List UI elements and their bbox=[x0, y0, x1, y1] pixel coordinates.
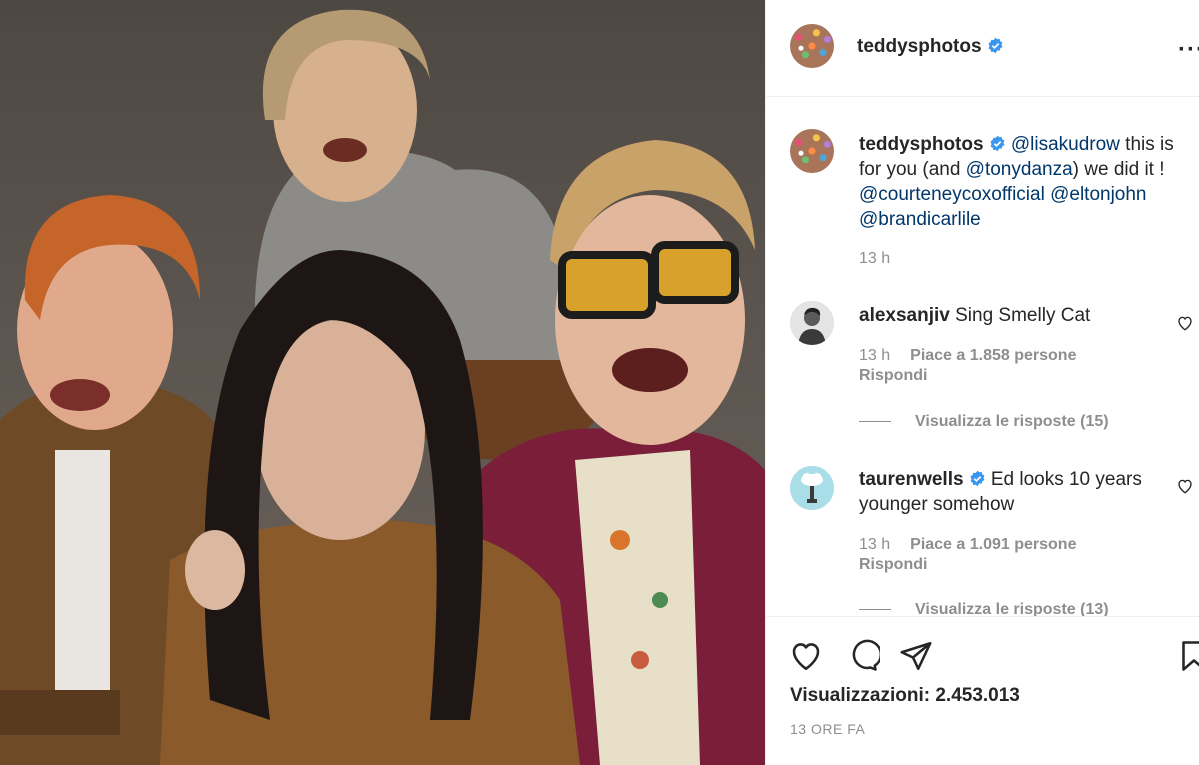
verified-badge-icon bbox=[990, 135, 1005, 152]
comment-body: alexsanjiv Sing Smelly Cat bbox=[859, 303, 1159, 328]
comment-likes[interactable]: Piace a 1.858 persone bbox=[910, 347, 1076, 364]
like-comment-heart-icon[interactable] bbox=[1176, 477, 1194, 495]
comment-time: 13 h bbox=[859, 536, 891, 553]
comment-meta: 13 h Piace a 1.091 persone Rispondi bbox=[859, 535, 1076, 575]
mention-link[interactable]: @eltonjohn bbox=[1050, 184, 1146, 205]
caption-author-username[interactable]: teddysphotos bbox=[859, 134, 984, 155]
post-timestamp: 13 ORE FA bbox=[790, 721, 866, 737]
caption-author-avatar[interactable] bbox=[790, 129, 834, 173]
caption-time: 13 h bbox=[859, 250, 891, 267]
post-actions-bar bbox=[766, 628, 1199, 688]
comment-likes[interactable]: Piace a 1.091 persone bbox=[910, 536, 1076, 553]
view-replies-button[interactable]: Visualizza le risposte (15) bbox=[859, 413, 1109, 431]
heart-icon[interactable] bbox=[788, 638, 824, 674]
comment-body: taurenwells Ed looks 10 years younger so… bbox=[859, 467, 1159, 517]
comment-text: Sing Smelly Cat bbox=[955, 305, 1091, 326]
comment-meta: 13 h Piace a 1.858 persone Rispondi bbox=[859, 346, 1076, 386]
view-replies-label[interactable]: Visualizza le risposte (13) bbox=[915, 601, 1109, 616]
reply-button[interactable]: Rispondi bbox=[859, 367, 927, 384]
commenter-avatar[interactable] bbox=[790, 301, 834, 345]
replies-divider bbox=[859, 421, 891, 423]
like-comment-heart-icon[interactable] bbox=[1176, 314, 1194, 332]
bookmark-icon[interactable] bbox=[1176, 638, 1199, 674]
verified-badge-icon bbox=[988, 37, 1003, 54]
commenter-avatar[interactable] bbox=[790, 466, 834, 510]
mention-link[interactable]: @lisakudrow bbox=[1011, 134, 1120, 155]
replies-divider bbox=[859, 609, 891, 611]
author-username[interactable]: teddysphotos bbox=[857, 36, 982, 57]
comment-username[interactable]: alexsanjiv bbox=[859, 305, 950, 326]
mention-link[interactable]: @tonydanza bbox=[966, 159, 1073, 180]
post-video[interactable] bbox=[0, 0, 765, 765]
reply-button[interactable]: Rispondi bbox=[859, 556, 927, 573]
view-replies-label[interactable]: Visualizza le risposte (15) bbox=[915, 413, 1109, 430]
verified-badge-icon bbox=[970, 470, 984, 487]
view-count[interactable]: Visualizzazioni: 2.453.013 bbox=[790, 685, 1020, 707]
video-frame bbox=[0, 9, 765, 765]
post-header: teddysphotos ··· bbox=[766, 0, 1199, 97]
comment-time: 13 h bbox=[859, 347, 891, 364]
view-replies-button[interactable]: Visualizza le risposte (13) bbox=[859, 601, 1109, 616]
mention-link[interactable]: @courteneycoxofficial bbox=[859, 184, 1045, 205]
post-side-panel: teddysphotos ··· teddysphotos @lisakudro… bbox=[765, 0, 1199, 765]
post-caption: teddysphotos @lisakudrow this is for you… bbox=[859, 132, 1194, 232]
mention-link[interactable]: @brandicarlile bbox=[859, 209, 981, 230]
paper-plane-icon[interactable] bbox=[898, 638, 934, 674]
caption-text-segment: ) we did it ! bbox=[1072, 159, 1165, 180]
more-options-icon[interactable]: ··· bbox=[1178, 36, 1199, 64]
comments-scroll-area[interactable]: teddysphotos @lisakudrow this is for you… bbox=[766, 96, 1199, 617]
comment-username[interactable]: taurenwells bbox=[859, 469, 964, 490]
author-username-row: teddysphotos bbox=[857, 36, 1004, 58]
comment-icon[interactable] bbox=[844, 638, 880, 674]
author-avatar[interactable] bbox=[790, 24, 834, 68]
